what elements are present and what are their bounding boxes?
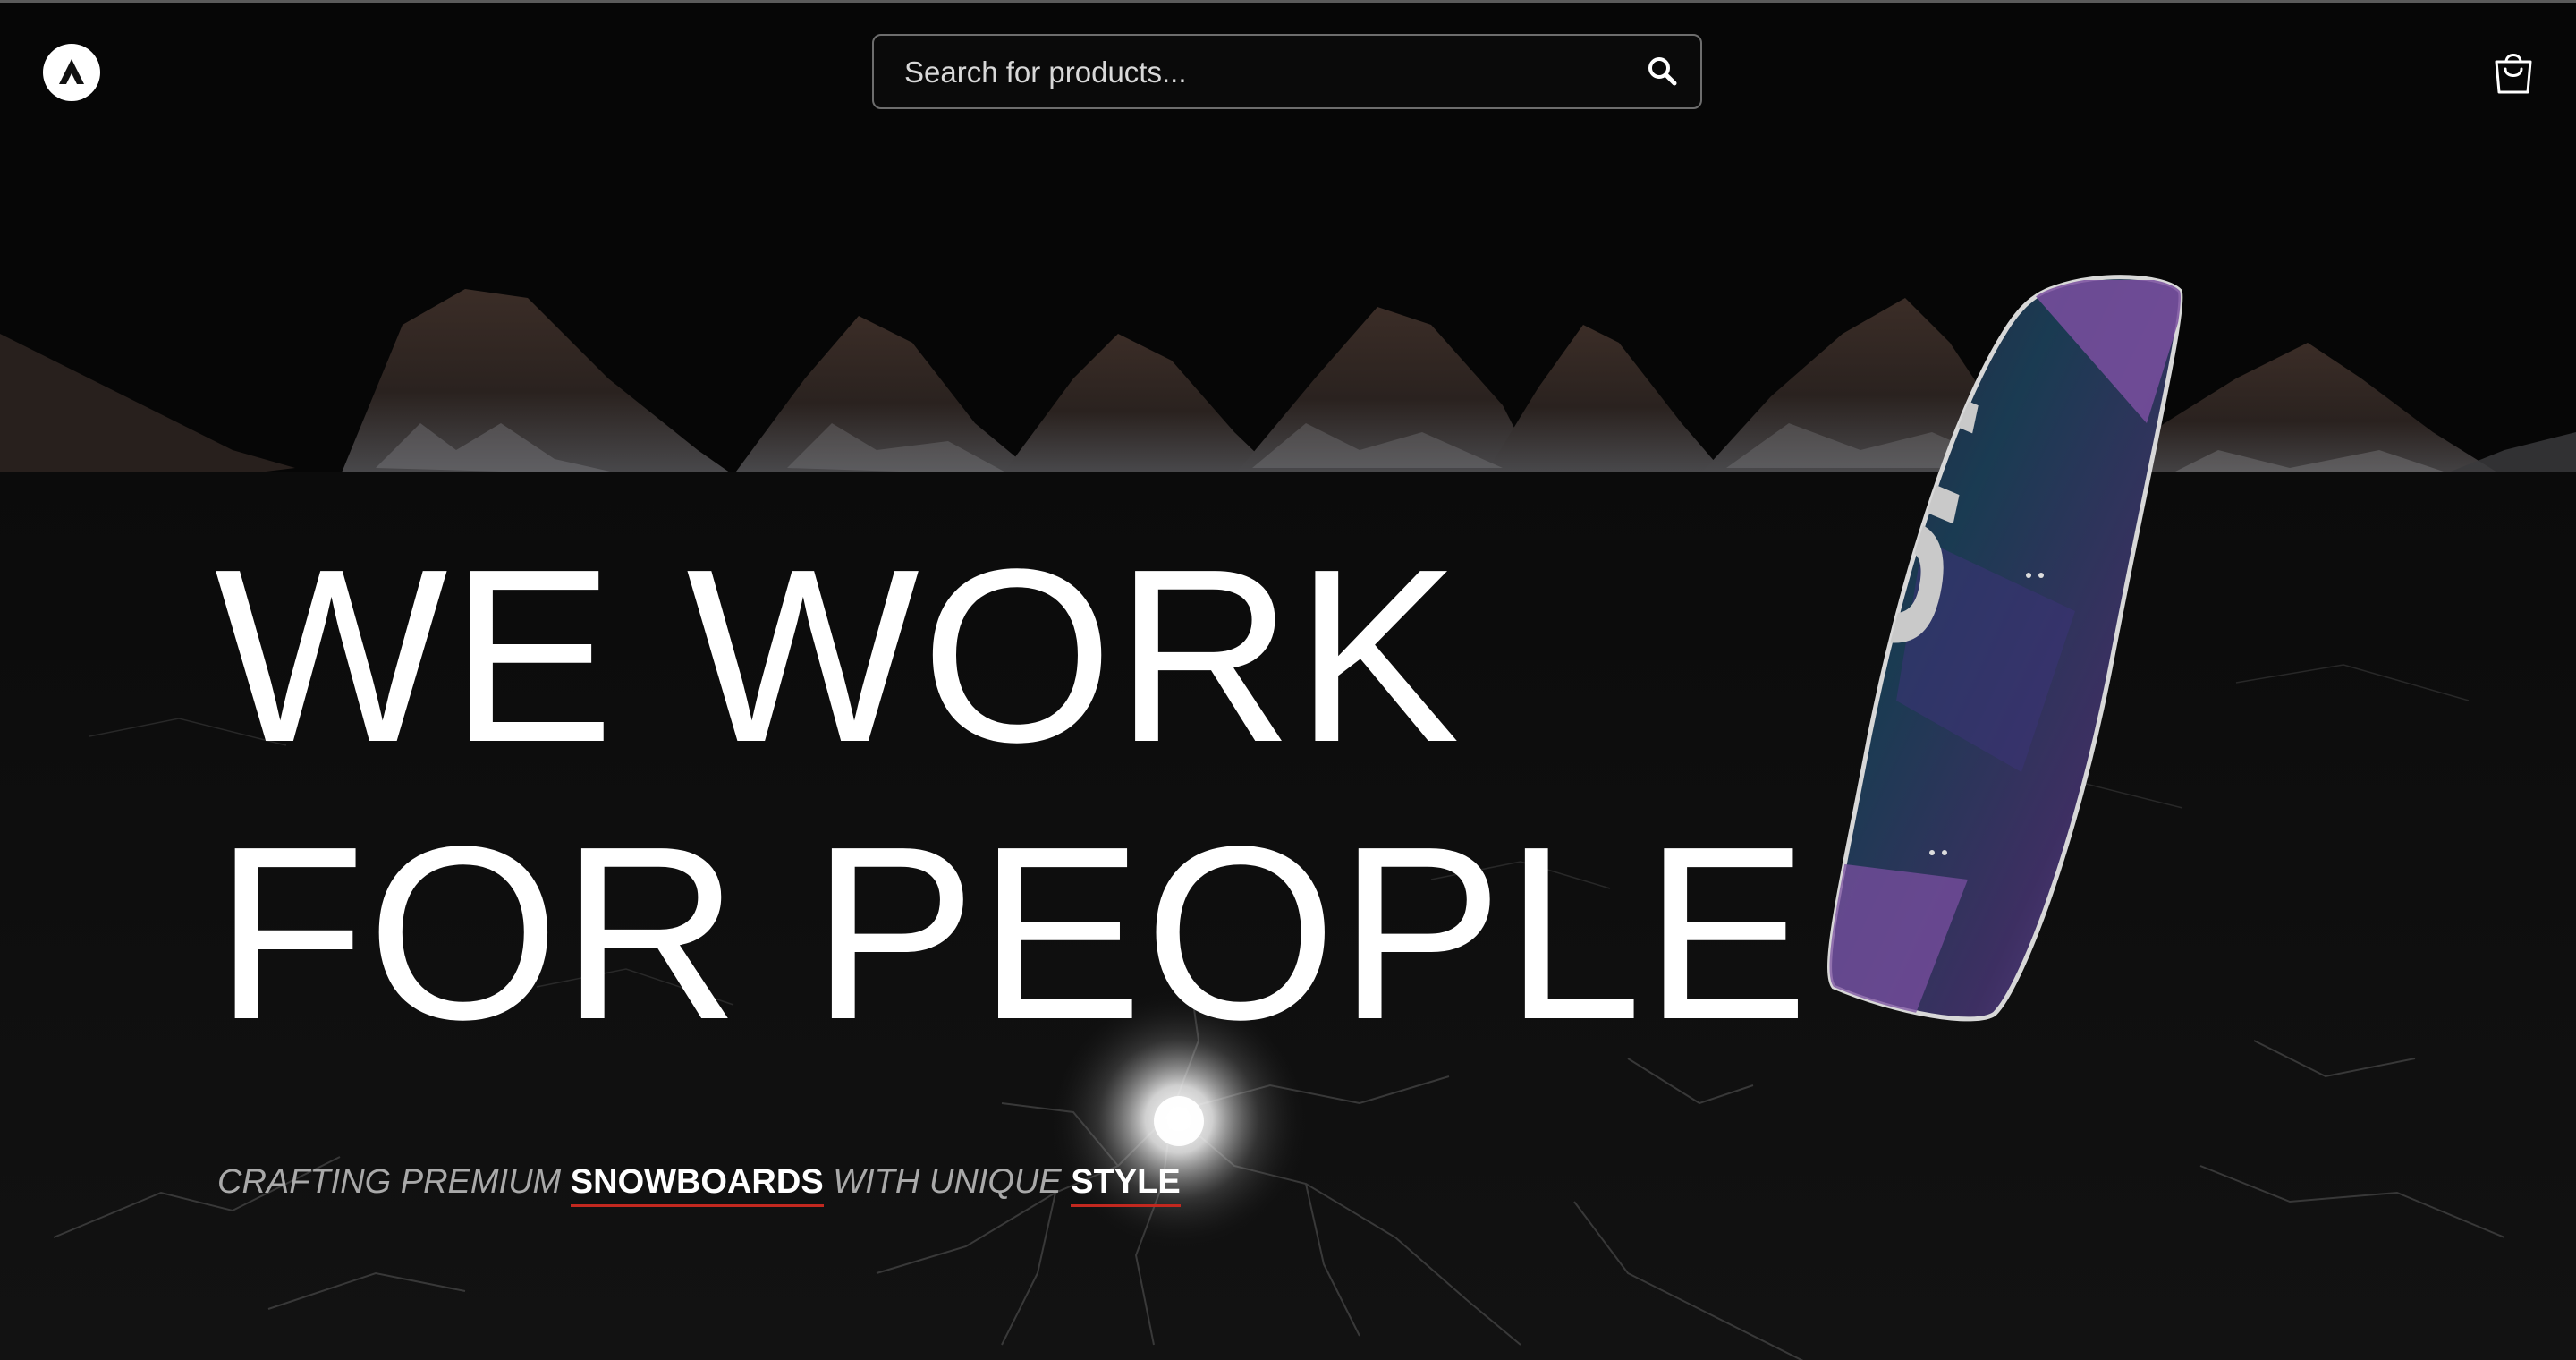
headline-line-2: FOR PEOPLE [215,795,1810,1071]
tagline-part-1: CRAFTING PREMIUM [217,1163,562,1201]
tagline-highlight-style: STYLE [1071,1163,1181,1207]
home-logo-button[interactable] [43,44,100,101]
triangle-logo-icon [59,59,84,84]
shopping-bag-icon[interactable] [2488,47,2538,98]
search-box [872,34,1702,109]
search-input[interactable] [902,36,1622,109]
hero-tagline: CRAFTING PREMIUM SNOWBOARDS WITH UNIQUE … [217,1163,1181,1207]
tagline-highlight-snowboards: SNOWBOARDS [570,1163,824,1207]
page: SHOFFY WE WO [0,0,2576,1360]
tagline-part-2: WITH UNIQUE [833,1163,1062,1201]
site-header [0,3,2576,137]
hero-headline: WE WORK FOR PEOPLE [215,517,1810,1072]
search-icon[interactable] [1645,54,1681,89]
headline-line-1: WE WORK [215,518,1462,794]
